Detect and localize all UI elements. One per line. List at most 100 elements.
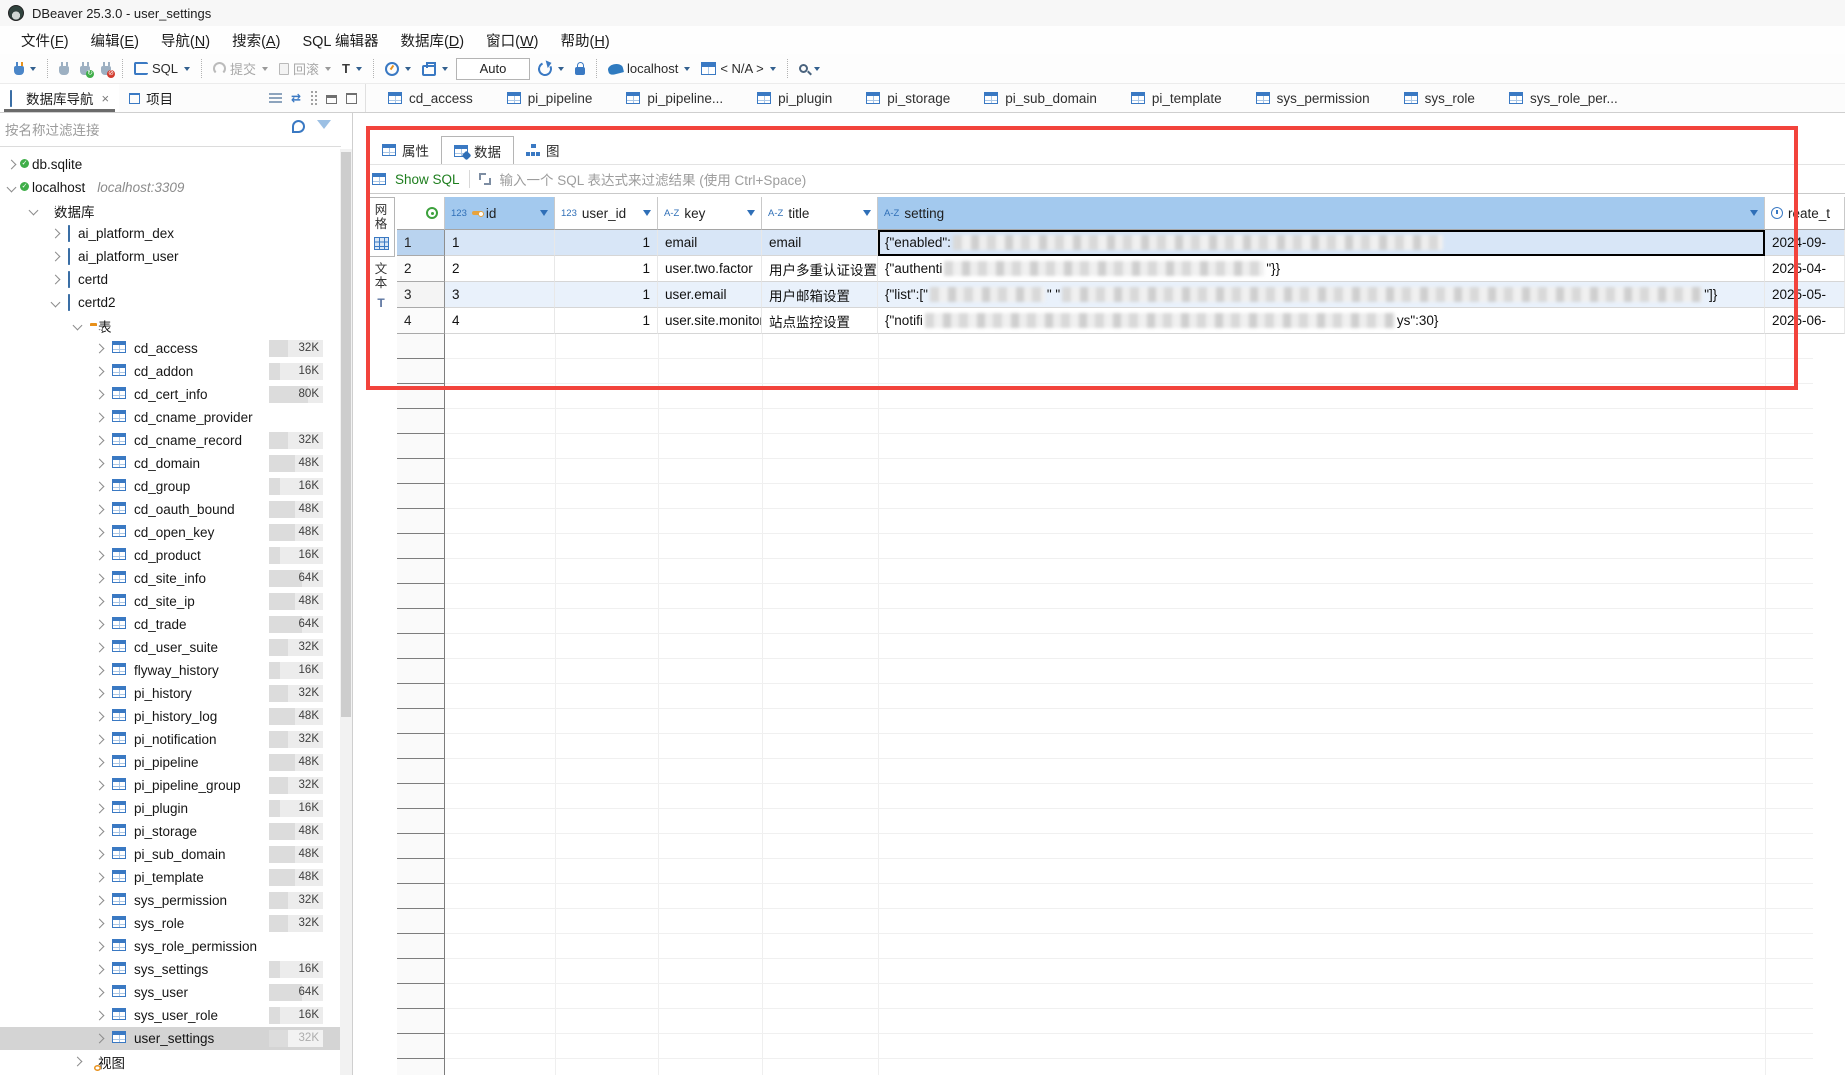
result-tab-数据[interactable]: 数据 (441, 136, 514, 164)
rollback-button[interactable]: 回滚 (276, 57, 334, 80)
tree-item-pi_pipeline[interactable]: pi_pipeline48K (0, 751, 341, 774)
empty-row-number-cell[interactable] (397, 734, 445, 759)
cell-id[interactable]: 3 (445, 282, 555, 308)
menu-item[interactable]: 编辑(E) (80, 27, 150, 54)
editor-tab-pi_plugin[interactable]: pi_plugin (757, 91, 832, 106)
expander-chevron-right-icon[interactable] (95, 850, 105, 860)
tab-database-navigator[interactable]: 数据库导航 × (0, 84, 119, 112)
expander-chevron-right-icon[interactable] (95, 344, 105, 354)
cell-title[interactable]: 用户多重认证设置 (762, 256, 878, 282)
cell-setting[interactable]: {"authenti"}} (878, 256, 1765, 282)
empty-row-number-cell[interactable] (397, 459, 445, 484)
expander-chevron-right-icon[interactable] (95, 459, 105, 469)
row-number-cell[interactable]: 2 (397, 256, 445, 282)
expander-chevron-right-icon[interactable] (95, 942, 105, 952)
cell-id[interactable]: 1 (445, 230, 555, 256)
empty-row-number-cell[interactable] (397, 934, 445, 959)
expand-filter-icon[interactable] (479, 173, 491, 185)
cell-user-id[interactable]: 1 (555, 282, 658, 308)
empty-row-number-cell[interactable] (397, 959, 445, 984)
expander-chevron-right-icon[interactable] (95, 574, 105, 584)
tree-item-sys_user_role[interactable]: sys_user_role16K (0, 1004, 341, 1027)
expander-chevron-right-icon[interactable] (95, 390, 105, 400)
menu-item[interactable]: 搜索(A) (221, 27, 291, 54)
expander-chevron-right-icon[interactable] (51, 275, 61, 285)
lock-button[interactable] (572, 60, 588, 77)
empty-row-number-cell[interactable] (397, 709, 445, 734)
menu-item[interactable]: 导航(N) (150, 27, 221, 54)
cell-title[interactable]: 站点监控设置 (762, 308, 878, 334)
tree-item-flyway_history[interactable]: flyway_history16K (0, 659, 341, 682)
editor-tab-cd_access[interactable]: cd_access (388, 91, 473, 106)
empty-row-number-cell[interactable] (397, 809, 445, 834)
expander-chevron-right-icon[interactable] (95, 528, 105, 538)
tree-item-pi_sub_domain[interactable]: pi_sub_domain48K (0, 843, 341, 866)
editor-tab-sys_role[interactable]: sys_role (1404, 91, 1475, 106)
tree-item-ai_platform_user[interactable]: ai_platform_user (0, 245, 341, 268)
tree-item-cd_access[interactable]: cd_access32K (0, 337, 341, 360)
commit-mode-select[interactable]: Auto (456, 58, 530, 80)
empty-row-number-cell[interactable] (397, 409, 445, 434)
empty-row-number-cell[interactable] (397, 584, 445, 609)
tree-item-sys_role[interactable]: sys_role32K (0, 912, 341, 935)
expander-chevron-right-icon[interactable] (95, 712, 105, 722)
row-number-cell[interactable]: 3 (397, 282, 445, 308)
empty-row-number-cell[interactable] (397, 509, 445, 534)
expander-chevron-right-icon[interactable] (73, 1057, 83, 1067)
expander-chevron-right-icon[interactable] (7, 160, 17, 170)
expander-chevron-right-icon[interactable] (95, 551, 105, 561)
tree-item-cd_cname_provider[interactable]: cd_cname_provider (0, 406, 341, 429)
scrollbar-thumb[interactable] (341, 152, 351, 717)
grid-corner-cell[interactable] (397, 197, 445, 230)
tree-item-certd2[interactable]: certd2 (0, 291, 341, 314)
empty-row-number-cell[interactable] (397, 759, 445, 784)
tree-item-cd_product[interactable]: cd_product16K (0, 544, 341, 567)
column-filter-arrow-icon[interactable] (747, 210, 755, 216)
expander-chevron-right-icon[interactable] (95, 781, 105, 791)
tree-scrollbar[interactable] (340, 149, 352, 1075)
cell-key[interactable]: user.two.factor (658, 256, 762, 282)
cell-create-time[interactable]: 2025-05- (1765, 282, 1845, 308)
column-filter-arrow-icon[interactable] (540, 210, 548, 216)
expander-chevron-right-icon[interactable] (95, 758, 105, 768)
tree-item-表[interactable]: 表 (0, 314, 341, 337)
tree-item-sys_settings[interactable]: sys_settings16K (0, 958, 341, 981)
editor-tab-pi_pipeline[interactable]: pi_pipeline... (626, 91, 723, 106)
expander-chevron-right-icon[interactable] (95, 965, 105, 975)
menu-item[interactable]: SQL 编辑器 (291, 27, 389, 54)
expander-chevron-right-icon[interactable] (95, 505, 105, 515)
filter-funnel-icon[interactable] (317, 120, 331, 129)
expander-chevron-right-icon[interactable] (51, 252, 61, 262)
editor-tab-pi_pipeline[interactable]: pi_pipeline (507, 91, 593, 106)
refresh-button[interactable] (535, 60, 567, 78)
tree-item-sys_user[interactable]: sys_user64K (0, 981, 341, 1004)
tree-item-cd_cname_record[interactable]: cd_cname_record32K (0, 429, 341, 452)
show-sql-button[interactable]: Show SQL (395, 172, 460, 187)
sql-editor-button[interactable]: SQL (131, 59, 193, 78)
expander-chevron-right-icon[interactable] (95, 666, 105, 676)
tree-item-cd_addon[interactable]: cd_addon16K (0, 360, 341, 383)
tree-item-cd_domain[interactable]: cd_domain48K (0, 452, 341, 475)
tree-item-pi_notification[interactable]: pi_notification32K (0, 728, 341, 751)
tree-item-pi_pipeline_group[interactable]: pi_pipeline_group32K (0, 774, 341, 797)
cell-key[interactable]: user.email (658, 282, 762, 308)
empty-row-number-cell[interactable] (397, 884, 445, 909)
empty-row-number-cell[interactable] (397, 434, 445, 459)
cell-create-time[interactable]: 2025-06- (1765, 308, 1845, 334)
new-connection-button[interactable] (11, 60, 39, 77)
collapse-all-icon[interactable] (269, 93, 282, 103)
cell-id[interactable]: 4 (445, 308, 555, 334)
tree-item-sys_permission[interactable]: sys_permission32K (0, 889, 341, 912)
cell-user-id[interactable]: 1 (555, 230, 658, 256)
cell-create-time[interactable]: 2024-09- (1765, 230, 1845, 256)
empty-row-number-cell[interactable] (397, 984, 445, 1009)
maximize-icon[interactable] (346, 93, 357, 104)
expander-chevron-right-icon[interactable] (95, 1011, 105, 1021)
print-button[interactable] (419, 60, 451, 78)
tree-item-cd_oauth_bound[interactable]: cd_oauth_bound48K (0, 498, 341, 521)
column-header-id[interactable]: 123id (445, 197, 555, 230)
empty-row-number-cell[interactable] (397, 384, 445, 409)
column-filter-arrow-icon[interactable] (1750, 210, 1758, 216)
expander-chevron-right-icon[interactable] (95, 689, 105, 699)
expander-chevron-right-icon[interactable] (95, 620, 105, 630)
